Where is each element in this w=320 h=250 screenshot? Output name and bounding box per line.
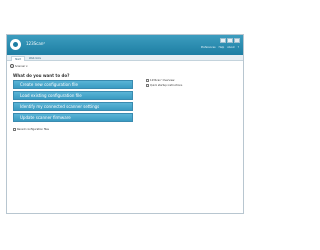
load-config-button[interactable]: Load existing configuration file xyxy=(13,91,133,100)
scanner-dropdown-label: Scanner xyxy=(15,64,26,68)
app-logo-icon xyxy=(10,39,21,50)
identify-scanner-button[interactable]: Identify my connected scanner settings xyxy=(13,102,133,111)
title-bar: 123Scan² Preferences Help About ? xyxy=(7,35,243,55)
checkbox-icon xyxy=(13,128,16,131)
app-window: 123Scan² Preferences Help About ? Start … xyxy=(6,34,244,214)
question-link[interactable]: ? xyxy=(238,46,239,49)
window-controls xyxy=(220,38,240,43)
recent-files-toggle[interactable]: Recent configuration files xyxy=(13,128,49,131)
tab-bar: Start Web links xyxy=(7,55,243,61)
app-title: 123Scan² xyxy=(26,41,45,46)
overview-link-label: 123Scan² Overview xyxy=(150,79,175,82)
preferences-link[interactable]: Preferences xyxy=(201,46,216,49)
top-links: Preferences Help About ? xyxy=(201,46,239,49)
document-icon xyxy=(146,79,149,82)
help-link[interactable]: Help xyxy=(219,46,225,49)
update-firmware-button[interactable]: Update scanner firmware xyxy=(13,113,133,122)
close-icon[interactable] xyxy=(234,38,240,43)
overview-link[interactable]: 123Scan² Overview xyxy=(146,79,174,82)
tab-web-links[interactable]: Web links xyxy=(27,56,43,61)
recent-files-label: Recent configuration files xyxy=(17,128,49,131)
quick-startup-link[interactable]: Quick startup instructions xyxy=(146,84,182,87)
scanner-toolbar[interactable]: Scanner ▾ xyxy=(10,64,28,68)
create-config-button[interactable]: Create new configuration file xyxy=(13,80,133,89)
document-icon xyxy=(146,84,149,87)
maximize-icon[interactable] xyxy=(227,38,233,43)
quick-startup-link-label: Quick startup instructions xyxy=(150,84,183,87)
page-heading: What do you want to do? xyxy=(13,73,70,78)
chevron-down-icon: ▾ xyxy=(26,64,28,68)
about-link[interactable]: About xyxy=(227,46,234,49)
tab-start[interactable]: Start xyxy=(11,56,25,61)
search-icon xyxy=(10,64,14,68)
minimize-icon[interactable] xyxy=(220,38,226,43)
